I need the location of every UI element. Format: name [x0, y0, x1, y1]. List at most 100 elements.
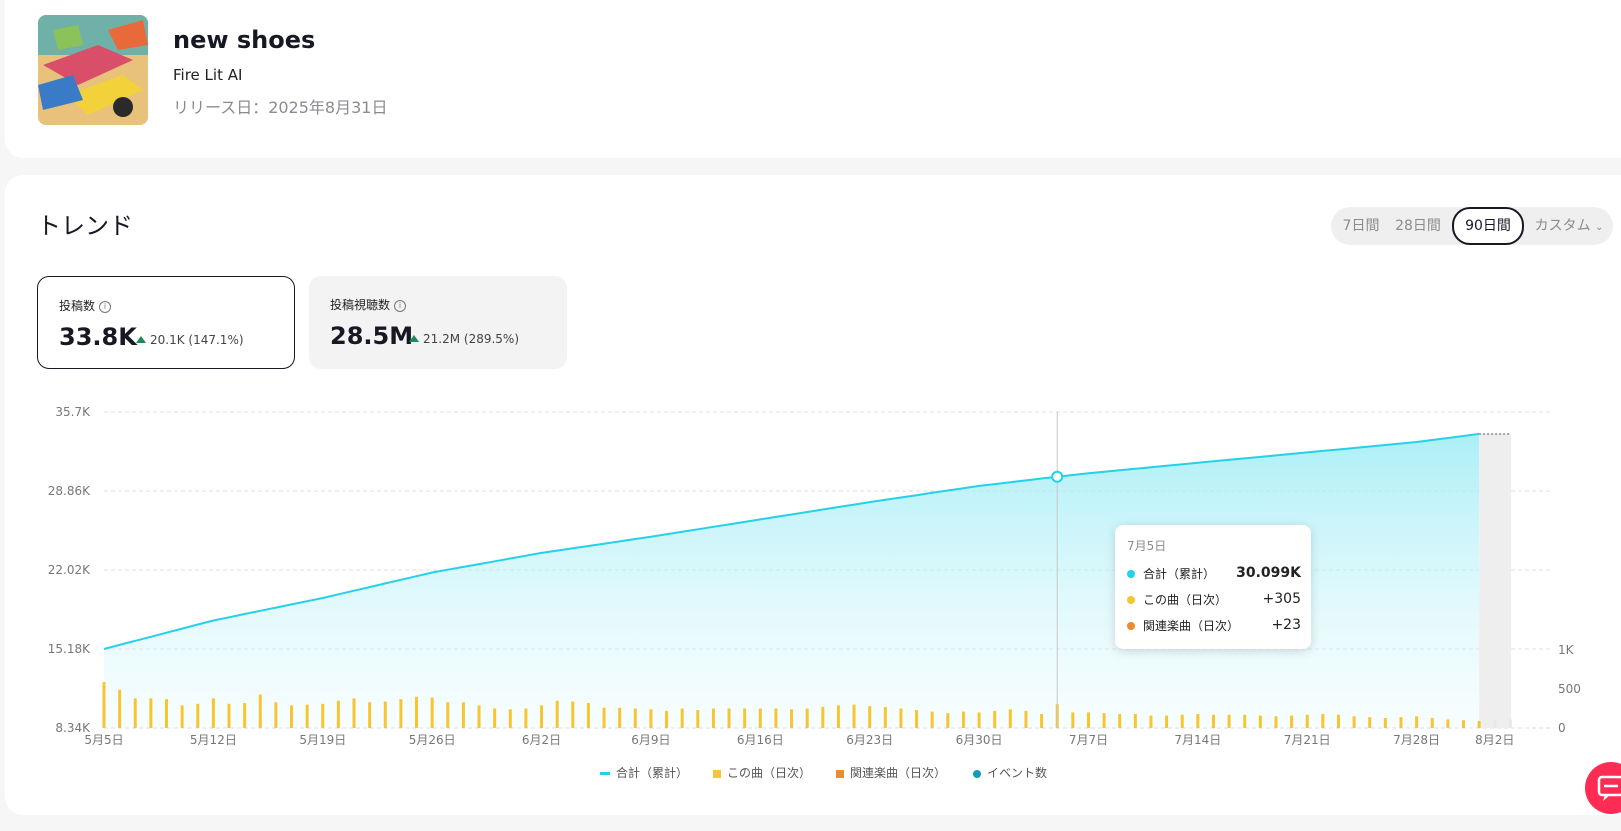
metric-posts-label-text: 投稿数 [59, 299, 96, 313]
daily-bar [946, 713, 950, 728]
x-tick-label: 6月23日 [846, 733, 893, 747]
legend-dot-icon [973, 769, 981, 778]
legend-dot [1127, 622, 1135, 630]
daily-bar [1446, 719, 1450, 728]
daily-bar [680, 708, 684, 728]
daily-bar [415, 696, 419, 728]
legend-label: 関連楽曲（日次） [850, 766, 947, 780]
daily-bar [1086, 712, 1090, 728]
x-tick-label: 5月12日 [190, 733, 237, 747]
range-90-days-button[interactable]: 90日間 [1452, 207, 1524, 245]
daily-bar [977, 712, 981, 728]
y-right-tick-label: 500 [1558, 682, 1581, 696]
y-tick-label: 35.7K [55, 405, 91, 419]
range-custom-button[interactable]: カスタム ⌄ [1529, 207, 1609, 245]
daily-bar [305, 704, 309, 728]
daily-bar [1118, 713, 1122, 728]
selected-point [1051, 470, 1064, 483]
daily-bar [1399, 717, 1403, 728]
daily-bar [1461, 720, 1465, 728]
daily-bar [961, 711, 965, 728]
daily-bar [540, 705, 544, 728]
daily-bar [1352, 716, 1356, 728]
chat-button[interactable] [1585, 762, 1621, 814]
metric-posts-delta: 20.1K (147.1%) [136, 333, 244, 347]
daily-bar [290, 705, 294, 728]
daily-bar [368, 702, 372, 728]
range-7-days-button[interactable]: 7日間 [1341, 207, 1381, 245]
metric-views-delta: 21.2M (289.5%) [409, 332, 519, 346]
artist-name[interactable]: Fire Lit AI [173, 66, 242, 84]
daily-bar [1133, 713, 1137, 728]
daily-bar [352, 698, 356, 728]
daily-bar [508, 709, 512, 728]
daily-bar [274, 702, 278, 728]
daily-bar [1040, 713, 1044, 728]
y-tick-label: 22.02K [48, 563, 91, 577]
daily-bar [1211, 714, 1215, 728]
legend-dot [1127, 596, 1135, 604]
legend-label: イベント数 [987, 766, 1048, 780]
daily-bar [446, 702, 450, 728]
daily-bar [571, 701, 575, 728]
metric-posts-value: 33.8K [59, 323, 137, 351]
daily-bar [383, 701, 387, 728]
daily-bar [1180, 714, 1184, 728]
info-icon[interactable]: i [394, 299, 407, 312]
legend-dot [1127, 570, 1135, 578]
daily-bar [149, 698, 153, 728]
daily-bar [805, 708, 809, 728]
daily-bar [618, 707, 622, 728]
y-tick-label: 28.86K [48, 484, 91, 498]
legend-label: 合計（累計） [616, 766, 689, 780]
chart-tooltip: 7月5日 合計（累計） 30.099K この曲（日次） +305 関連楽曲（日次… [1115, 525, 1311, 649]
tooltip-date: 7月5日 [1127, 539, 1167, 553]
daily-bar [1024, 710, 1028, 728]
trend-up-icon [136, 336, 146, 343]
daily-bar [665, 710, 669, 728]
daily-bar [758, 708, 762, 728]
info-icon[interactable]: i [99, 300, 112, 313]
legend-item-related[interactable]: 関連楽曲（日次） [836, 764, 946, 781]
tooltip-row-name: この曲（日次） [1143, 593, 1228, 607]
range-custom-label: カスタム [1534, 218, 1591, 234]
metric-card-posts[interactable]: 投稿数 i 33.8K 20.1K (147.1%) [37, 276, 295, 369]
x-tick-label: 5月19日 [299, 733, 346, 747]
daily-bar [211, 698, 215, 728]
x-tick-label: 6月9日 [631, 733, 670, 747]
metric-posts-label: 投稿数 i [59, 297, 112, 314]
legend-line-icon [600, 772, 610, 775]
trend-chart[interactable]: 35.7K28.86K22.02K15.18K8.34K1K50005月5日 5月… [0, 390, 1621, 750]
x-tick-label: 5月26日 [409, 733, 456, 747]
daily-bar [1336, 714, 1340, 728]
y-right-tick-label: 1K [1558, 643, 1575, 657]
x-tick-label: 6月16日 [737, 733, 784, 747]
song-title: new shoes [173, 26, 316, 54]
daily-bar [430, 697, 434, 728]
range-selector: 7日間 28日間 90日間 カスタム ⌄ [1331, 207, 1613, 245]
x-tick-label: 7月28日 [1393, 733, 1440, 747]
daily-bar [711, 708, 715, 728]
daily-bar [555, 700, 559, 728]
metric-card-views[interactable]: 投稿視聴数 i 28.5M 21.2M (289.5%) [309, 276, 567, 369]
tooltip-row-related: 関連楽曲（日次） +23 [1127, 617, 1301, 635]
daily-bar [883, 706, 887, 728]
release-date: リリース日：2025年8月31日 [173, 98, 388, 117]
legend-item-daily[interactable]: この曲（日次） [713, 764, 811, 781]
daily-bar [165, 699, 169, 728]
daily-bar [1227, 714, 1231, 728]
daily-bar [602, 707, 606, 728]
daily-bar [1258, 715, 1262, 728]
tooltip-row-cumulative: 合計（累計） 30.099K [1127, 565, 1301, 583]
daily-bar [133, 698, 137, 728]
song-header-card [5, 0, 1621, 158]
chevron-down-icon: ⌄ [1595, 222, 1604, 233]
y-right-tick-label: 0 [1558, 721, 1566, 735]
legend-item-events[interactable]: イベント数 [973, 764, 1047, 781]
daily-bar [1008, 709, 1012, 728]
x-tick-label: 8月2日 [1475, 733, 1514, 747]
legend-item-cumulative[interactable]: 合計（累計） [600, 764, 688, 781]
range-28-days-button[interactable]: 28日間 [1394, 207, 1442, 245]
metric-views-label: 投稿視聴数 i [330, 296, 407, 313]
legend-square-icon [713, 769, 721, 778]
